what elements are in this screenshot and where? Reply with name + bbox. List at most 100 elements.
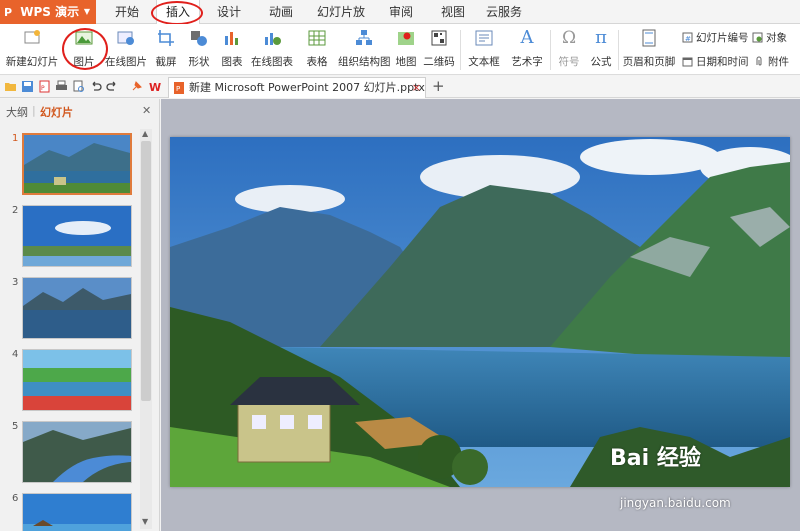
scroll-down-icon[interactable]: ▼ [142, 517, 148, 526]
slide-editor-canvas[interactable] [161, 99, 800, 531]
screenshot-button[interactable]: 截屏 [152, 28, 180, 69]
formula-button[interactable]: π 公式 [588, 28, 614, 69]
object-icon [752, 32, 763, 43]
wps-home-icon[interactable]: W [149, 80, 162, 93]
header-footer-button[interactable]: 页眉和页脚 [622, 28, 676, 69]
slide-thumbnail-6[interactable] [22, 493, 132, 531]
thumbnail-scrollbar[interactable]: ▲ ▼ [140, 129, 152, 529]
slide-number: 6 [12, 493, 19, 504]
object-button[interactable]: 对象 [752, 30, 787, 45]
mountain-reflection-thumbnail-image [23, 278, 131, 338]
svg-text:P: P [41, 85, 45, 92]
screenshot-label: 截屏 [155, 56, 177, 68]
shapes-icon [191, 31, 207, 46]
undo-icon[interactable] [89, 80, 102, 93]
fjord-landscape-image[interactable] [170, 137, 790, 487]
tab-insert[interactable]: 插入 [156, 0, 200, 25]
tab-animation[interactable]: 动画 [264, 0, 298, 24]
online-picture-button[interactable]: 在线图片 [104, 28, 148, 69]
picture-button[interactable]: 图片 [68, 28, 100, 69]
tab-slideshow[interactable]: 幻灯片放映 [312, 0, 370, 43]
symbol-button[interactable]: Ω 符号 [554, 28, 584, 69]
map-icon [398, 32, 414, 45]
watermark-url: jingyan.baidu.com [620, 496, 731, 510]
date-time-label: 日期和时间 [696, 56, 749, 68]
formula-label: 公式 [590, 56, 612, 68]
save-icon[interactable] [21, 80, 34, 93]
slide-number-icon: # [682, 32, 693, 43]
app-menu-button[interactable]: P WPS 演示 ▼ [0, 0, 96, 24]
river-valley-thumbnail-image [23, 422, 131, 482]
screenshot-icon [158, 30, 174, 46]
scrollbar-thumb[interactable] [141, 141, 151, 401]
open-folder-icon[interactable] [4, 80, 17, 93]
close-tab-icon[interactable]: × [412, 78, 421, 98]
chart-label: 图表 [221, 56, 243, 68]
slide-number-button[interactable]: # 幻灯片编号 [682, 30, 749, 45]
chevron-down-icon: ▼ [83, 7, 90, 16]
print-icon[interactable] [55, 80, 68, 93]
beach-hut-thumbnail-image [23, 494, 131, 531]
document-tab[interactable]: P 新建 Microsoft PowerPoint 2007 幻灯片.pptx … [168, 77, 426, 98]
tab-slides[interactable]: 幻灯片 [40, 104, 73, 120]
textbox-icon [475, 30, 493, 46]
calendar-icon [682, 57, 693, 67]
shapes-label: 形状 [188, 56, 210, 68]
tab-review[interactable]: 审阅 [384, 0, 418, 24]
slide-number-label: 幻灯片编号 [696, 32, 749, 44]
slide-number: 3 [12, 277, 19, 288]
org-chart-icon [356, 30, 372, 45]
chart-icon [225, 32, 238, 45]
redo-icon[interactable] [106, 80, 119, 93]
app-name: WPS 演示 [20, 5, 80, 19]
shapes-button[interactable]: 形状 [184, 28, 214, 69]
scroll-up-icon[interactable]: ▲ [142, 129, 148, 138]
attachment-label: 附件 [768, 56, 789, 68]
quick-access-bar: P W P 新建 Microsoft PowerPoint 2007 幻灯片.p… [0, 76, 800, 98]
slide-thumbnail-4[interactable] [22, 349, 132, 411]
table-button[interactable]: 表格 [302, 28, 332, 69]
slide-number: 2 [12, 205, 19, 216]
map-label: 地图 [395, 56, 417, 68]
slide-thumbnail-3[interactable] [22, 277, 132, 339]
map-button[interactable]: 地图 [394, 28, 418, 69]
new-slide-label: 新建幻灯片 [5, 56, 59, 68]
svg-text:P: P [176, 85, 180, 93]
svg-text:#: # [685, 35, 691, 43]
tab-cloud[interactable]: 云服务 [484, 0, 524, 24]
slide-thumbnail-2[interactable] [22, 205, 132, 267]
pi-icon: π [595, 27, 607, 48]
wordart-button[interactable]: A 艺术字 [508, 28, 546, 69]
pin-icon[interactable] [130, 80, 143, 93]
tab-design[interactable]: 设计 [212, 0, 246, 24]
textbox-button[interactable]: 文本框 [462, 28, 506, 69]
slide-number: 5 [12, 421, 19, 432]
online-chart-icon [265, 33, 281, 45]
org-chart-button[interactable]: 组织结构图 [338, 28, 391, 69]
new-slide-button[interactable]: 新建幻灯片 [4, 28, 60, 69]
qrcode-label: 二维码 [423, 56, 455, 68]
tab-view[interactable]: 视图 [436, 0, 470, 24]
print-preview-icon[interactable] [72, 80, 85, 93]
slide-thumbnail-5[interactable] [22, 421, 132, 483]
new-tab-button[interactable]: + [432, 77, 445, 95]
chart-button[interactable]: 图表 [220, 28, 244, 69]
online-picture-icon [117, 31, 134, 45]
qrcode-button[interactable]: 二维码 [422, 28, 456, 69]
menu-tab-bar: P WPS 演示 ▼ 开始 插入 设计 动画 幻灯片放映 审阅 视图 云服务 [0, 0, 800, 43]
tab-outline[interactable]: 大纲 [6, 104, 28, 120]
online-chart-button[interactable]: 在线图表 [248, 28, 296, 69]
tab-home[interactable]: 开始 [110, 0, 144, 24]
ribbon: 新建幻灯片 图片 在线图片 截屏 形状 图表 在线图表 表格 组织结构图 地图 … [0, 24, 800, 75]
close-panel-icon[interactable]: ✕ [142, 104, 151, 117]
date-time-button[interactable]: 日期和时间 [682, 54, 749, 69]
export-pdf-icon[interactable]: P [38, 80, 51, 93]
qrcode-icon [431, 30, 447, 46]
online-picture-label: 在线图片 [105, 56, 147, 68]
attachment-button[interactable]: 附件 [754, 54, 789, 69]
panel-tab-divider: | [32, 104, 36, 117]
current-slide[interactable] [170, 137, 790, 487]
slide-thumbnail-1[interactable] [22, 133, 132, 195]
header-footer-icon [642, 29, 656, 47]
sky-lake-thumbnail-image [23, 206, 131, 266]
